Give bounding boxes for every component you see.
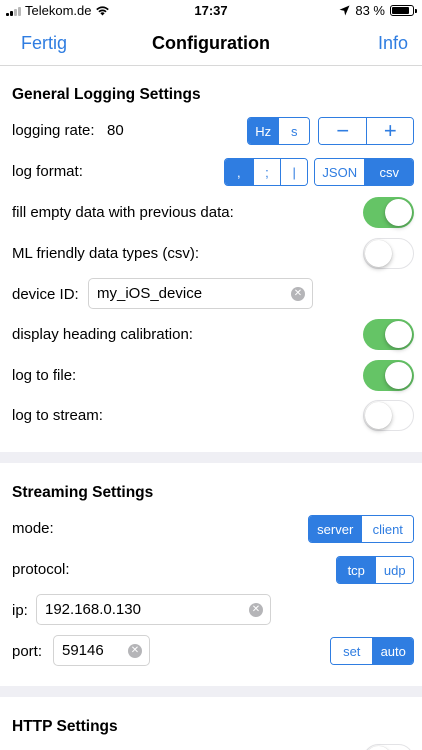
port-set[interactable]: set — [331, 638, 373, 664]
rate-stepper: − + — [318, 117, 414, 145]
clear-device-id-icon[interactable]: ✕ — [291, 287, 305, 301]
clear-port-icon[interactable]: ✕ — [128, 644, 142, 658]
log-format-label: log format: — [12, 163, 83, 180]
info-button[interactable]: Info — [378, 33, 408, 54]
separator-comma[interactable]: , — [225, 159, 253, 185]
fill-empty-toggle[interactable] — [363, 197, 414, 228]
rate-unit-segmented: Hz s — [247, 117, 310, 145]
heading-calibration-toggle[interactable] — [363, 319, 414, 350]
ip-label: ip: — [12, 602, 28, 619]
logging-rate-value: 80 — [107, 122, 124, 139]
http-toggle[interactable] — [363, 744, 414, 750]
decrement-button[interactable]: − — [319, 118, 367, 144]
protocol-label: protocol: — [12, 561, 70, 578]
ip-value: 192.168.0.130 — [45, 601, 141, 618]
page-title: Configuration — [152, 33, 270, 53]
log-to-file-label: log to file: — [12, 367, 77, 384]
rate-unit-hz[interactable]: Hz — [248, 118, 279, 144]
rate-unit-s[interactable]: s — [278, 118, 309, 144]
battery-percentage: 83 % — [355, 3, 385, 18]
general-section-title: General Logging Settings — [12, 86, 201, 103]
log-to-stream-label: log to stream: — [12, 407, 103, 424]
port-label: port: — [12, 643, 43, 660]
mode-client[interactable]: client — [361, 516, 413, 542]
mode-server[interactable]: server — [309, 516, 362, 542]
battery-icon — [390, 5, 417, 16]
format-json[interactable]: JSON — [315, 159, 365, 185]
separator-segmented: , ; | — [224, 158, 308, 186]
protocol-tcp[interactable]: tcp — [337, 557, 376, 583]
location-arrow-icon — [339, 5, 350, 16]
protocol-segmented: tcp udp — [336, 556, 414, 584]
logging-rate-label: logging rate: — [12, 122, 95, 139]
status-bar: Telekom.de 17:37 83 % — [0, 0, 422, 22]
device-id-field[interactable]: my_iOS_device ✕ — [88, 278, 313, 309]
ip-field[interactable]: 192.168.0.130 ✕ — [36, 594, 271, 625]
navigation-bar: Fertig Configuration Info — [0, 22, 422, 66]
separator-pipe[interactable]: | — [280, 159, 307, 185]
status-right: 83 % — [339, 3, 417, 18]
format-segmented: JSON csv — [314, 158, 414, 186]
port-segmented: set auto — [330, 637, 414, 665]
mode-label: mode: — [12, 520, 54, 537]
clear-ip-icon[interactable]: ✕ — [249, 603, 263, 617]
separator-semicolon[interactable]: ; — [252, 159, 281, 185]
heading-calibration-label: display heading calibration: — [12, 326, 193, 343]
format-csv[interactable]: csv — [364, 159, 413, 185]
mode-segmented: server client — [308, 515, 414, 543]
log-to-file-toggle[interactable] — [363, 360, 414, 391]
ml-types-toggle[interactable] — [363, 238, 414, 269]
port-value: 59146 — [62, 642, 104, 659]
increment-button[interactable]: + — [366, 118, 413, 144]
port-auto[interactable]: auto — [372, 638, 413, 664]
log-to-stream-toggle[interactable] — [363, 400, 414, 431]
section-divider — [0, 686, 422, 697]
port-field[interactable]: 59146 ✕ — [53, 635, 150, 666]
device-id-value: my_iOS_device — [97, 285, 203, 302]
section-divider — [0, 452, 422, 463]
streaming-section-title: Streaming Settings — [12, 484, 154, 501]
device-id-label: device ID: — [12, 286, 79, 303]
fill-empty-label: fill empty data with previous data: — [12, 204, 234, 221]
ml-types-label: ML friendly data types (csv): — [12, 245, 200, 262]
protocol-udp[interactable]: udp — [375, 557, 413, 583]
http-section-title: HTTP Settings — [12, 718, 118, 735]
